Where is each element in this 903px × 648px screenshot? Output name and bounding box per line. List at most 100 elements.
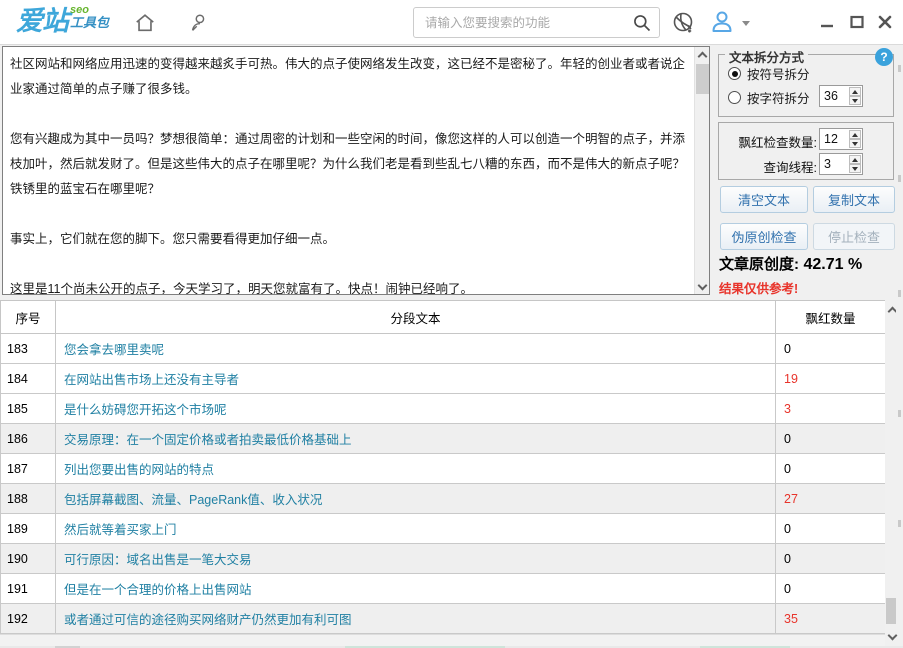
segment-text-link[interactable]: 包括屏幕截图、流量、PageRank值、收入状况 (55, 483, 776, 514)
red-count-cell: 35 (775, 603, 886, 634)
table-row[interactable]: 183 您会拿去哪里卖呢 0 (0, 333, 886, 364)
logo-text-sub: 工具包 (70, 15, 110, 30)
row-index-cell: 189 (0, 513, 56, 544)
table-row[interactable]: 190 可行原因：域名出售是一笔大交易 0 (0, 543, 886, 574)
scroll-down-icon[interactable] (695, 278, 710, 294)
logo-text-main: 爱站 (16, 6, 69, 36)
radio-split-by-chars[interactable]: 按字符拆分 (728, 88, 810, 107)
table-row[interactable]: 184 在网站出售市场上还没有主导者 19 (0, 363, 886, 394)
column-header-segment: 分段文本 (55, 300, 776, 334)
editor-scrollbar[interactable] (694, 47, 709, 294)
horizontal-scrollbar[interactable] (0, 634, 885, 646)
row-index-cell: 191 (0, 573, 56, 604)
red-count-cell: 0 (775, 513, 886, 544)
radio-split-by-symbol[interactable]: 按符号拆分 (728, 64, 810, 83)
home-icon[interactable] (133, 11, 157, 35)
segment-text-link[interactable]: 交易原理：在一个固定价格或者拍卖最低价格基础上 (55, 423, 776, 454)
table-header-row: 序号 分段文本 飘红数量 (0, 300, 886, 334)
table-body: 183 您会拿去哪里卖呢 0 184 在网站出售市场上还没有主导者 19 185 是什么妨碍您… (0, 333, 886, 634)
maximize-button[interactable] (846, 12, 868, 32)
split-mode-groupbox: 文本拆分方式 按符号拆分 按字符拆分 (718, 47, 894, 117)
table-row[interactable]: 187 列出您要出售的网站的特点 0 (0, 453, 886, 484)
user-avatar-icon[interactable] (709, 9, 735, 35)
column-header-index: 序号 (0, 300, 56, 334)
row-index-cell: 190 (0, 543, 56, 574)
spinner-down-icon[interactable] (849, 96, 861, 105)
segment-text-link[interactable]: 但是在一个合理的价格上出售网站 (55, 573, 776, 604)
row-index-cell: 188 (0, 483, 56, 514)
segment-text-link[interactable]: 列出您要出售的网站的特点 (55, 453, 776, 484)
search-icon[interactable] (632, 13, 652, 33)
query-threads-input[interactable] (824, 157, 848, 171)
stop-check-button[interactable]: 停止检查 (813, 223, 895, 250)
close-icon[interactable] (874, 12, 896, 32)
segment-text-link[interactable]: 在网站出售市场上还没有主导者 (55, 363, 776, 394)
row-index-cell: 183 (0, 333, 56, 364)
row-index-cell: 184 (0, 363, 56, 394)
window-edge (896, 45, 903, 634)
editor-paragraph: 您有兴趣成为其中一员吗？梦想很简单：通过周密的计划和一些空闲的时间，像您这样的人… (10, 132, 686, 196)
segment-text-link[interactable]: 可行原因：域名出售是一笔大交易 (55, 543, 776, 574)
help-icon[interactable]: ? (875, 48, 893, 66)
query-threads-spinner (819, 153, 863, 175)
editor-scrollbar-thumb[interactable] (696, 64, 709, 94)
table-row[interactable]: 185 是什么妨碍您开拓这个市场呢 3 (0, 393, 886, 424)
table-row[interactable]: 191 但是在一个合理的价格上出售网站 0 (0, 573, 886, 604)
clear-text-button[interactable]: 清空文本 (720, 186, 808, 213)
minimize-button[interactable] (816, 12, 838, 32)
app-window: 爱站 seo 工具包 请输入您要搜索的功能 社区网站和网络应用迅速的变得越来越炙… (0, 0, 903, 648)
editor-paragraph: 事实上，它们就在您的脚下。您只需要看得更加仔细一点。 (10, 232, 336, 246)
copy-text-button[interactable]: 复制文本 (813, 186, 895, 213)
red-count-cell: 0 (775, 333, 886, 364)
spinner-down-icon[interactable] (849, 139, 861, 148)
red-count-cell: 3 (775, 393, 886, 424)
scroll-up-icon[interactable] (695, 47, 710, 63)
table-row[interactable]: 186 交易原理：在一个固定价格或者拍卖最低价格基础上 0 (0, 423, 886, 454)
search-box (413, 7, 660, 38)
editor-paragraph: 这里是11个尚未公开的点子，今天学习了，明天您就富有了。快点！闹钟已经响了。 (10, 282, 473, 294)
segment-text-link[interactable]: 是什么妨碍您开拓这个市场呢 (55, 393, 776, 424)
red-check-count-spinner (819, 128, 863, 150)
table-row[interactable]: 192 或者通过可信的途径购买网络财产仍然更加有利可图 35 (0, 603, 886, 634)
user-dropdown-caret[interactable] (742, 19, 750, 27)
spinner-down-icon[interactable] (849, 164, 861, 173)
column-header-red-count: 飘红数量 (775, 300, 886, 334)
red-check-count-input[interactable] (824, 132, 848, 146)
char-count-input[interactable] (824, 89, 848, 103)
segment-table: 序号 分段文本 飘红数量 183 您会拿去哪里卖呢 0 184 在网站出售市场上还没有主… (0, 300, 886, 634)
red-count-cell: 0 (775, 423, 886, 454)
red-count-cell: 0 (775, 573, 886, 604)
row-index-cell: 187 (0, 453, 56, 484)
table-row[interactable]: 189 然后就等着买家上门 0 (0, 513, 886, 544)
result-disclaimer: 结果仅供参考! (719, 282, 799, 296)
originality-label: 文章原创度: (719, 256, 799, 273)
editor-content[interactable]: 社区网站和网络应用迅速的变得越来越炙手可热。伟大的点子使网络发生改变，这已经不是… (3, 47, 694, 294)
red-count-cell: 19 (775, 363, 886, 394)
spinner-up-icon[interactable] (849, 130, 861, 139)
red-count-cell: 0 (775, 453, 886, 484)
search-input[interactable] (414, 8, 629, 37)
char-count-spinner (819, 85, 863, 107)
originality-value: 42.71 % (803, 256, 863, 273)
network-icon[interactable] (671, 10, 697, 36)
red-check-count-label: 飘红检查数量: (738, 136, 817, 150)
pseudo-original-check-button[interactable]: 伪原创检查 (720, 223, 808, 250)
row-index-cell: 185 (0, 393, 56, 424)
spinner-up-icon[interactable] (849, 155, 861, 164)
editor-paragraph: 社区网站和网络应用迅速的变得越来越炙手可热。伟大的点子使网络发生改变，这已经不是… (10, 57, 686, 96)
row-index-cell: 192 (0, 603, 56, 634)
segment-text-link[interactable]: 您会拿去哪里卖呢 (55, 333, 776, 364)
segment-text-link[interactable]: 然后就等着买家上门 (55, 513, 776, 544)
check-options-groupbox: 飘红检查数量: 查询线程: (718, 122, 894, 180)
app-logo: 爱站 seo 工具包 (16, 5, 109, 37)
account-icon[interactable] (187, 11, 211, 35)
radio-unselected-icon[interactable] (728, 91, 741, 104)
spinner-up-icon[interactable] (849, 87, 861, 96)
top-bar: 爱站 seo 工具包 (0, 0, 903, 45)
red-count-cell: 27 (775, 483, 886, 514)
segment-text-link[interactable]: 或者通过可信的途径购买网络财产仍然更加有利可图 (55, 603, 776, 634)
source-text-editor[interactable]: 社区网站和网络应用迅速的变得越来越炙手可热。伟大的点子使网络发生改变，这已经不是… (2, 46, 710, 295)
radio-selected-icon[interactable] (728, 67, 741, 80)
row-index-cell: 186 (0, 423, 56, 454)
table-row[interactable]: 188 包括屏幕截图、流量、PageRank值、收入状况 27 (0, 483, 886, 514)
